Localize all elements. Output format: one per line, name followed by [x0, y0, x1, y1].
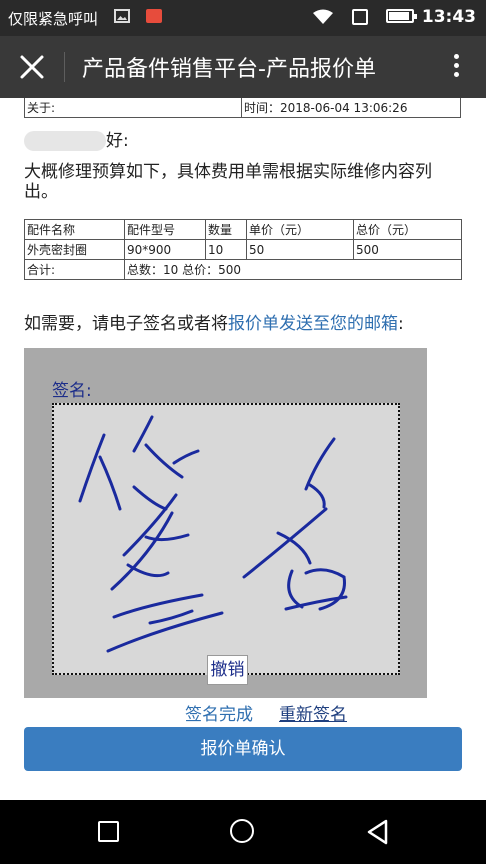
carrier-text: 仅限紧急呼叫 — [8, 10, 99, 28]
image-icon — [114, 9, 130, 23]
column-header: 单价（元） — [246, 219, 354, 240]
column-header: 总价（元） — [353, 219, 462, 240]
signature-panel: 签名: 撤销 — [24, 348, 427, 698]
app-bar: 产品备件销售平台-产品报价单 — [0, 36, 486, 98]
signature-prompt: 如需要，请电子签名或者将报价单发送至您的邮箱: — [24, 309, 404, 334]
close-button[interactable] — [12, 49, 52, 85]
sim-icon — [352, 9, 368, 25]
table-row: 外壳密封圈 90*900 10 50 500 — [24, 239, 462, 260]
parts-table: 配件名称 配件型号 数量 单价（元） 总价（元） 外壳密封圈 90*900 10… — [24, 219, 462, 280]
signature-strokes — [78, 415, 348, 653]
part-unit-price: 50 — [246, 239, 354, 260]
recent-apps-icon[interactable] — [98, 821, 119, 842]
intro-text: 大概修理预算如下，具体费用单需根据实际维修内容列出。 — [24, 162, 432, 202]
about-label: 关于: — [24, 98, 242, 118]
app-notification-icon — [146, 9, 162, 23]
part-name: 外壳密封圈 — [24, 239, 125, 260]
part-quantity: 10 — [205, 239, 247, 260]
part-model: 90*900 — [124, 239, 206, 260]
status-bar: 仅限紧急呼叫 13:43 — [0, 0, 486, 36]
signature-canvas[interactable] — [52, 403, 400, 675]
back-icon[interactable] — [366, 819, 390, 845]
signature-label: 签名: — [52, 381, 92, 401]
total-summary: 总数：10 总价：500 — [124, 259, 462, 280]
quote-time: 时间：2018-06-04 13:06:26 — [241, 98, 461, 118]
prompt-suffix: : — [398, 314, 404, 334]
greeting-suffix: 好: — [106, 131, 129, 151]
page-title: 产品备件销售平台-产品报价单 — [82, 57, 376, 82]
greeting: 好: — [24, 126, 129, 151]
quote-info-table: 关于: 时间：2018-06-04 13:06:26 — [24, 98, 461, 118]
re-sign-link[interactable]: 重新签名 — [279, 700, 347, 725]
column-header: 配件名称 — [24, 219, 125, 240]
send-email-link[interactable]: 报价单发送至您的邮箱 — [228, 314, 398, 334]
column-header: 配件型号 — [124, 219, 206, 240]
undo-button[interactable]: 撤销 — [207, 655, 248, 685]
home-icon[interactable] — [230, 819, 254, 843]
more-options-button[interactable] — [446, 50, 466, 86]
customer-name-redacted — [24, 131, 106, 151]
wifi-icon — [313, 9, 333, 24]
confirm-quote-button[interactable]: 报价单确认 — [24, 727, 462, 771]
app-bar-divider — [64, 52, 65, 82]
signature-done-link[interactable]: 签名完成 — [185, 700, 253, 725]
total-label: 合计: — [24, 259, 125, 280]
prompt-text: 如需要，请电子签名或者将 — [24, 314, 228, 334]
more-vert-icon — [446, 54, 466, 77]
column-header: 数量 — [205, 219, 247, 240]
clock: 13:43 — [421, 7, 476, 27]
part-total-price: 500 — [353, 239, 462, 260]
table-total-row: 合计: 总数：10 总价：500 — [24, 259, 462, 280]
close-icon — [20, 55, 44, 79]
battery-icon — [386, 9, 417, 23]
system-nav-bar — [0, 800, 486, 864]
table-header-row: 配件名称 配件型号 数量 单价（元） 总价（元） — [24, 219, 462, 240]
